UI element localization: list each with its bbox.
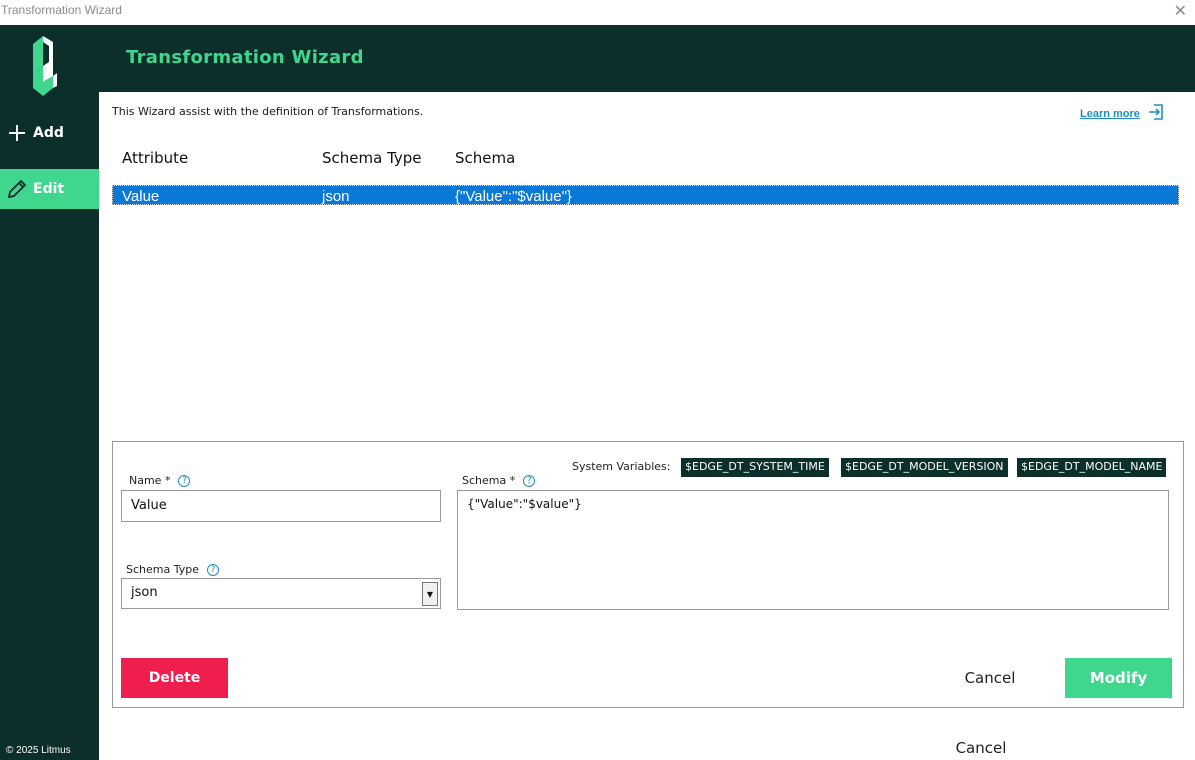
system-variable-chip[interactable]: $EDGE_DT_SYSTEM_TIME [681, 458, 829, 477]
column-header-schema[interactable]: Schema [455, 149, 515, 167]
sidebar-item-edit[interactable]: Edit [0, 169, 99, 209]
schema-textarea[interactable]: {"Value":"$value"} [457, 490, 1169, 610]
window-titlebar: Transformation Wizard ✕ [0, 0, 1195, 25]
name-label-text: Name * [129, 474, 171, 487]
column-header-schema-type[interactable]: Schema Type [322, 149, 422, 167]
cell-schema: {"Value":"$value"} [455, 188, 572, 205]
help-icon[interactable]: ? [523, 474, 536, 487]
name-field-label: Name * ? [129, 474, 191, 487]
copyright-text: © 2025 Litmus [6, 745, 71, 756]
delete-button[interactable]: Delete [121, 658, 228, 698]
system-variables-label: System Variables: [572, 460, 671, 473]
sidebar-item-add[interactable]: Add [0, 113, 99, 153]
intro-text: This Wizard assist with the definition o… [112, 105, 424, 118]
cell-attribute: Value [122, 188, 160, 205]
table-row[interactable]: Value json {"Value":"$value"} [112, 185, 1179, 205]
pencil-icon [0, 178, 33, 200]
system-variable-chip[interactable]: $EDGE_DT_MODEL_VERSION [841, 458, 1008, 477]
close-icon[interactable]: ✕ [1174, 1, 1187, 20]
footer-cancel-button[interactable]: Cancel [940, 736, 1022, 760]
window-title: Transformation Wizard [1, 3, 122, 17]
schema-type-selected-value: json [131, 585, 158, 600]
sidebar-item-label: Add [33, 125, 64, 141]
learn-more-link[interactable]: Learn more [1080, 104, 1164, 124]
system-variable-chip[interactable]: $EDGE_DT_MODEL_NAME [1017, 458, 1167, 477]
cell-schema-type: json [322, 188, 350, 205]
modify-button[interactable]: Modify [1065, 658, 1172, 698]
schema-type-select[interactable]: json ▼ [121, 578, 441, 609]
schema-label-text: Schema * [462, 474, 516, 487]
litmus-logo-icon [33, 36, 57, 96]
schema-field-label: Schema * ? [462, 474, 536, 487]
cancel-button[interactable]: Cancel [943, 658, 1037, 698]
name-input[interactable]: Value [121, 490, 441, 522]
sidebar: Add Edit © 2025 Litmus [0, 25, 99, 760]
help-icon[interactable]: ? [178, 474, 191, 487]
help-icon[interactable]: ? [207, 563, 219, 576]
chevron-down-icon[interactable]: ▼ [422, 582, 438, 606]
page-title: Transformation Wizard [126, 47, 364, 68]
column-header-attribute[interactable]: Attribute [122, 149, 188, 167]
external-link-icon[interactable] [1148, 104, 1164, 124]
sidebar-item-label: Edit [33, 181, 65, 197]
schema-type-label-text: Schema Type [126, 563, 199, 576]
learn-more-label[interactable]: Learn more [1080, 108, 1140, 120]
page-header: Transformation Wizard [99, 25, 1195, 92]
plus-icon [0, 123, 33, 143]
edit-form-panel: System Variables: $EDGE_DT_SYSTEM_TIME $… [112, 441, 1184, 708]
schema-type-field-label: Schema Type ? [126, 563, 219, 576]
